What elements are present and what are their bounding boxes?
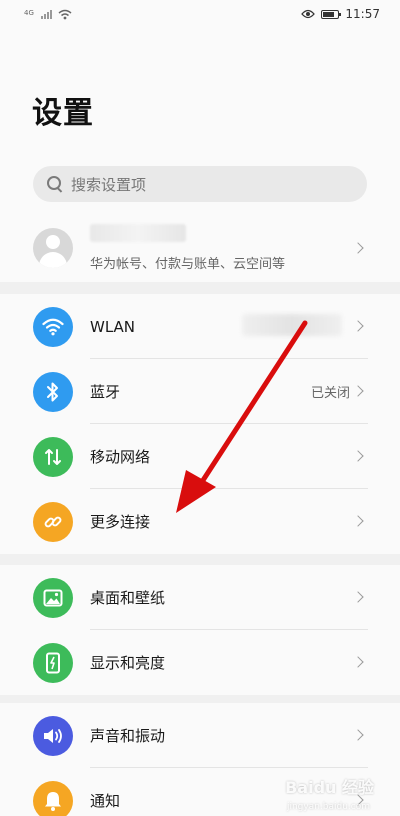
- chevron-right-icon: [352, 242, 364, 254]
- item-label: 显示和亮度: [90, 654, 166, 672]
- chevron-right-icon: [352, 729, 364, 741]
- search-input[interactable]: 搜索设置项: [33, 166, 367, 202]
- settings-group-display: 桌面和壁纸 显示和亮度: [0, 565, 400, 695]
- item-label: 蓝牙: [90, 383, 121, 401]
- page-title: 设置: [32, 96, 94, 131]
- bluetooth-status: 已关闭: [310, 386, 350, 401]
- chevron-right-icon: [352, 591, 364, 603]
- wifi-icon: [33, 306, 73, 347]
- header-area: 设置 搜索设置项 华为帐号、付款与账单、云空间等: [0, 28, 400, 282]
- wlan-network-redacted: [242, 314, 342, 336]
- chevron-right-icon: [352, 515, 364, 527]
- chevron-right-icon: [352, 385, 364, 397]
- settings-item-bluetooth[interactable]: 蓝牙 已关闭: [0, 359, 400, 424]
- chevron-right-icon: [352, 450, 364, 462]
- wifi-status-icon: [58, 9, 72, 19]
- settings-item-wlan[interactable]: WLAN: [0, 294, 400, 359]
- search-icon: [47, 176, 63, 192]
- sound-icon: [33, 715, 73, 756]
- battery-icon: [321, 9, 342, 19]
- item-label: 更多连接: [90, 513, 151, 531]
- settings-group-connections: WLAN 蓝牙 已关闭 移动网络 更多连接: [0, 294, 400, 554]
- settings-item-mobile-network[interactable]: 移动网络: [0, 424, 400, 489]
- wallpaper-icon: [33, 577, 73, 618]
- eye-comfort-icon: [301, 9, 316, 19]
- status-right: 11:57: [301, 7, 380, 21]
- status-bar: 4G 11:57: [0, 0, 400, 28]
- chevron-right-icon: [352, 656, 364, 668]
- account-row[interactable]: 华为帐号、付款与账单、云空间等: [0, 220, 400, 282]
- account-name-redacted: [90, 224, 186, 242]
- network-type-label: 4G: [24, 8, 34, 17]
- status-time: 11:57: [345, 7, 380, 21]
- settings-item-more-connections[interactable]: 更多连接: [0, 489, 400, 554]
- settings-item-wallpaper[interactable]: 桌面和壁纸: [0, 565, 400, 630]
- settings-page: 4G 11:57 设置 搜索设置项 华为帐号、付款与账单、云空间等 WLAN 蓝…: [0, 0, 400, 816]
- item-label: 通知: [90, 792, 121, 810]
- item-label: 声音和振动: [90, 727, 166, 745]
- settings-item-display-brightness[interactable]: 显示和亮度: [0, 630, 400, 695]
- settings-group-sound: 声音和振动 通知: [0, 703, 400, 816]
- settings-item-sound[interactable]: 声音和振动: [0, 703, 400, 768]
- status-left: 4G: [24, 9, 72, 20]
- link-icon: [33, 501, 73, 542]
- bluetooth-icon: [33, 371, 73, 412]
- search-placeholder: 搜索设置项: [71, 175, 147, 194]
- signal-icon: [40, 9, 52, 19]
- avatar: [33, 228, 73, 268]
- mobile-data-icon: [33, 436, 73, 477]
- account-subtitle: 华为帐号、付款与账单、云空间等: [90, 257, 286, 272]
- watermark-url: jingyan.baidu.com: [286, 802, 370, 812]
- item-label: 移动网络: [90, 448, 151, 466]
- chevron-right-icon: [352, 320, 364, 332]
- watermark-logo: Baidu 经验: [285, 778, 374, 797]
- item-label: WLAN: [90, 317, 136, 336]
- display-icon: [33, 642, 73, 683]
- notification-icon: [33, 780, 73, 816]
- item-label: 桌面和壁纸: [90, 589, 166, 607]
